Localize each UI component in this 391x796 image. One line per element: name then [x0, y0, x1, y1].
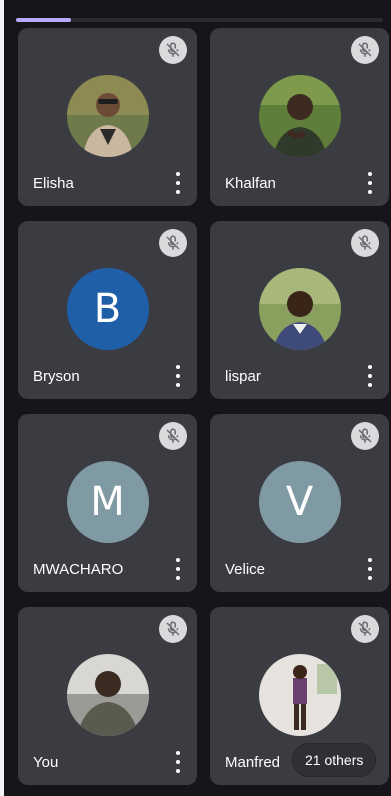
avatar-initial: V: [285, 479, 314, 525]
mic-off-icon: [351, 36, 379, 64]
participant-tile-velice[interactable]: V Velice: [210, 414, 389, 592]
participant-name: Velice: [225, 561, 266, 578]
participant-name: You: [33, 754, 59, 771]
mic-off-icon: [159, 229, 187, 257]
participant-name: Khalfan: [225, 175, 276, 192]
participant-tile-khalfan[interactable]: Khalfan: [210, 28, 389, 206]
more-options-icon[interactable]: [363, 172, 377, 194]
more-options-icon[interactable]: [363, 365, 377, 387]
more-options-icon[interactable]: [171, 558, 185, 580]
participant-initial-avatar: B: [66, 268, 149, 350]
participant-tile-elisha[interactable]: Elisha: [18, 28, 197, 206]
participant-photo: [258, 268, 341, 350]
mic-off-icon: [351, 229, 379, 257]
participant-photo: [66, 654, 149, 736]
top-bar: [6, 0, 391, 22]
participant-initial-avatar: M: [66, 461, 149, 543]
participant-tile-mwacharo[interactable]: M MWACHARO: [18, 414, 197, 592]
more-options-icon[interactable]: [171, 172, 185, 194]
mic-off-icon: [351, 422, 379, 450]
participant-tile-you[interactable]: You: [18, 607, 197, 785]
participant-photo: [66, 75, 149, 157]
participant-tile-lispar[interactable]: lispar: [210, 221, 389, 399]
more-options-icon[interactable]: [171, 365, 185, 387]
progress-track: [16, 18, 383, 22]
participant-grid: Elisha Khalfan B Bryson lispar M MWACHAR…: [18, 28, 389, 785]
participant-name: Manfred: [225, 754, 281, 771]
mic-off-icon: [159, 615, 187, 643]
participant-tile-bryson[interactable]: B Bryson: [18, 221, 197, 399]
participant-initial-avatar: V: [258, 461, 341, 543]
avatar-initial: B: [93, 286, 122, 332]
participant-name: lispar: [225, 368, 261, 385]
others-button[interactable]: 21 others: [293, 744, 376, 776]
participant-name: MWACHARO: [33, 561, 124, 578]
participant-name: Elisha: [33, 175, 74, 192]
participant-photo: [258, 75, 341, 157]
mic-off-icon: [159, 422, 187, 450]
mic-off-icon: [159, 36, 187, 64]
avatar-initial: M: [90, 479, 125, 525]
participant-name: Bryson: [33, 368, 80, 385]
progress-fill: [16, 18, 72, 22]
participant-photo: [258, 654, 341, 736]
more-options-icon[interactable]: [363, 558, 377, 580]
mic-off-icon: [351, 615, 379, 643]
more-options-icon[interactable]: [171, 751, 185, 773]
